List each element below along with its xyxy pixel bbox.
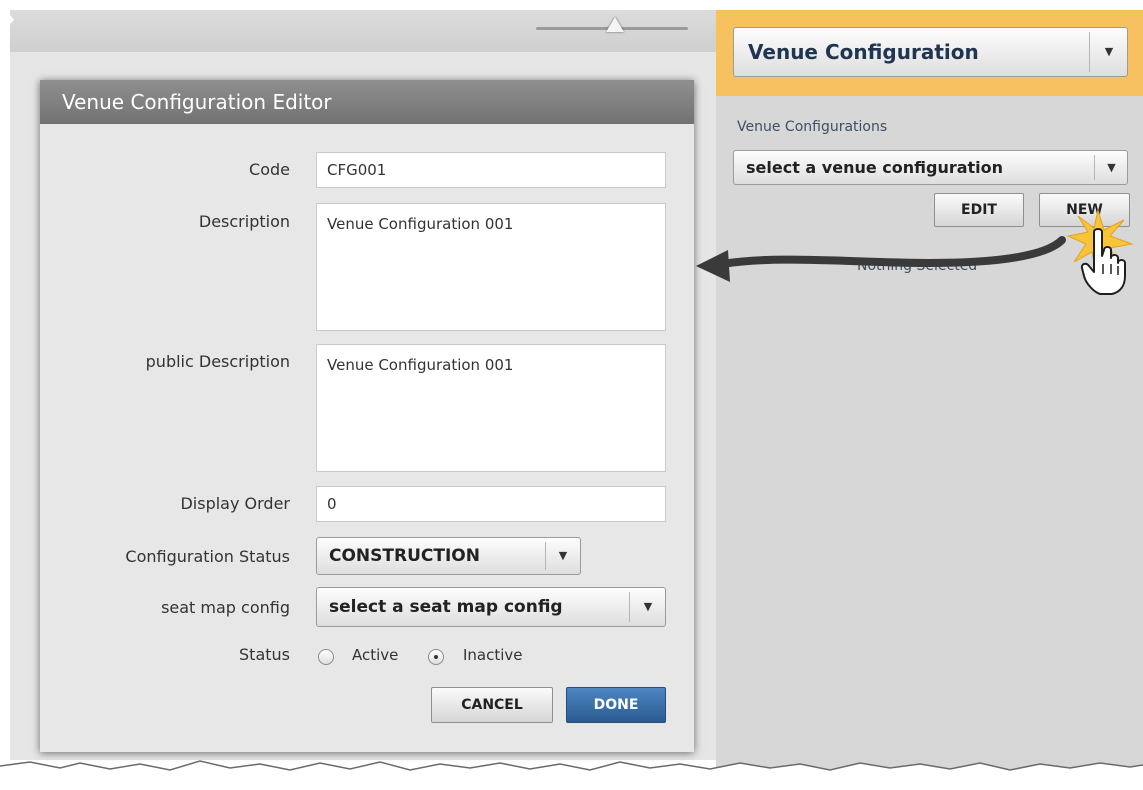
status-active-label: Active [352, 646, 399, 664]
cancel-button[interactable]: CANCEL [431, 687, 553, 723]
display-order-input[interactable]: 0 [316, 486, 666, 522]
done-button[interactable]: DONE [566, 687, 666, 723]
code-input[interactable]: CFG001 [316, 152, 666, 188]
public-description-label: public Description [145, 352, 290, 371]
display-order-label: Display Order [180, 494, 290, 513]
description-label: Description [198, 212, 290, 231]
screenshot-stage: Venue Configuration ▼ Venue Configuratio… [0, 0, 1143, 790]
description-textarea[interactable]: Venue Configuration 001 [316, 203, 666, 331]
seat-map-config-select[interactable]: select a seat map config ▼ [316, 587, 666, 627]
configuration-status-select[interactable]: CONSTRUCTION ▼ [316, 537, 581, 575]
code-label: Code [249, 160, 290, 179]
seat-map-config-value: select a seat map config [329, 597, 563, 617]
public-description-textarea[interactable]: Venue Configuration 001 [316, 344, 666, 472]
configuration-status-value: CONSTRUCTION [329, 546, 480, 566]
status-inactive-radio[interactable] [428, 649, 444, 665]
curved-arrow-icon [696, 236, 1066, 282]
status-active-radio[interactable] [318, 649, 334, 665]
configuration-status-label: Configuration Status [125, 547, 290, 566]
dropdown-arrow-icon: ▼ [558, 549, 568, 562]
dropdown-arrow-icon: ▼ [643, 600, 653, 613]
status-inactive-label: Inactive [463, 646, 523, 664]
status-label: Status [239, 645, 290, 664]
editor-title: Venue Configuration Editor [40, 80, 694, 124]
torn-paper-edge [0, 760, 1143, 790]
torn-paper-corner [0, 0, 14, 40]
seat-map-config-label: seat map config [161, 598, 290, 617]
